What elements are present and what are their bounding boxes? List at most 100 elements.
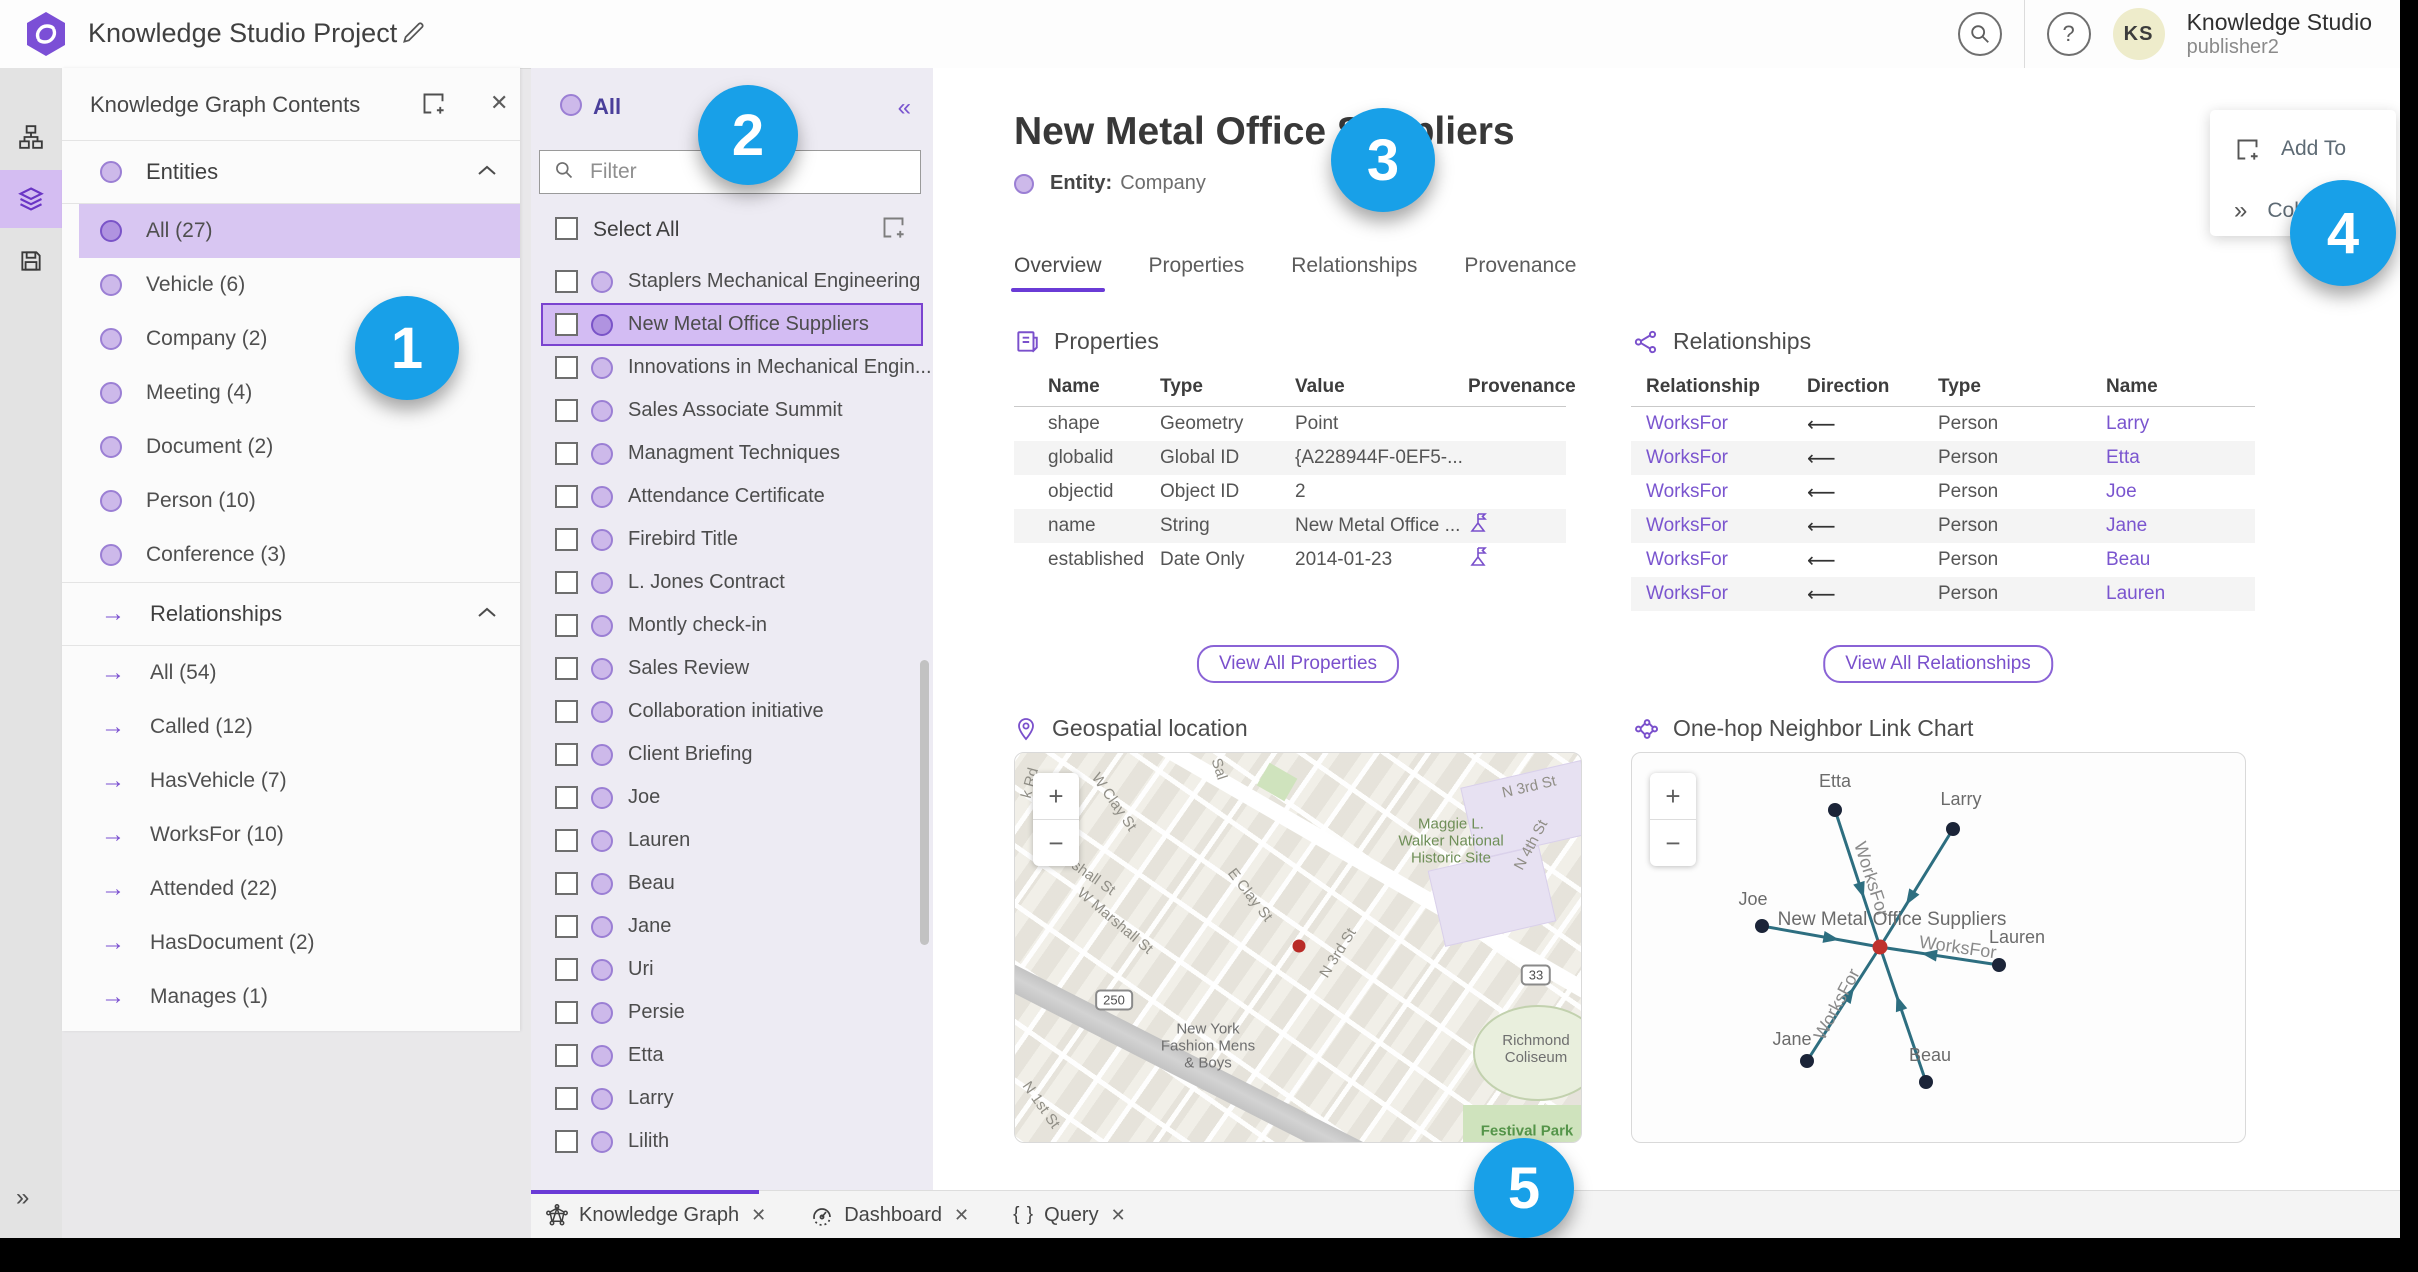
item-checkbox[interactable] [555, 442, 578, 465]
help-button[interactable]: ? [2046, 12, 2091, 56]
tab-query[interactable]: { } Query ✕ [1013, 1204, 1126, 1227]
entities-section-header[interactable]: Entities [62, 140, 520, 204]
entity-tree-item[interactable]: Conference (3) [62, 528, 520, 582]
relationship-tree-item[interactable]: → All (54) [62, 646, 520, 700]
select-all-checkbox[interactable] [555, 217, 578, 240]
close-tab-icon[interactable]: ✕ [751, 1205, 766, 1226]
table-row[interactable]: WorksFor ⟵ Person Beau [1631, 543, 2255, 577]
chevron-up-icon[interactable] [478, 163, 496, 181]
item-checkbox[interactable] [555, 1044, 578, 1067]
zoom-out-button[interactable]: − [1650, 819, 1696, 866]
table-row[interactable]: WorksFor ⟵ Person Lauren [1631, 577, 2255, 611]
cell-relationship[interactable]: WorksFor [1646, 515, 1807, 537]
relationships-section-header[interactable]: → Relationships [62, 582, 520, 646]
view-all-relationships-button[interactable]: View All Relationships [1823, 645, 2053, 683]
add-to-map-icon[interactable] [880, 214, 907, 246]
item-checkbox[interactable] [555, 657, 578, 680]
list-item[interactable]: Beau [531, 862, 933, 905]
link-chart-card[interactable]: Etta Larry Joe Lauren Jane Beau New Metal Offi… [1631, 752, 2246, 1143]
tab-relationships[interactable]: Relationships [1291, 254, 1417, 292]
avatar[interactable]: KS [2112, 8, 2165, 60]
entity-tree-item[interactable]: Vehicle (6) [62, 258, 520, 312]
list-item[interactable]: Uri [531, 948, 933, 991]
app-logo-icon[interactable] [22, 10, 70, 58]
item-checkbox[interactable] [555, 872, 578, 895]
hierarchy-icon[interactable] [0, 108, 62, 166]
relationship-tree-item[interactable]: → Called (12) [62, 700, 520, 754]
tab-knowledge-graph[interactable]: Knowledge Graph ✕ [545, 1203, 766, 1227]
list-item[interactable]: Jane [531, 905, 933, 948]
cell-name[interactable]: Larry [2106, 413, 2255, 435]
item-checkbox[interactable] [555, 270, 578, 293]
relationship-tree-item[interactable]: → Manages (1) [62, 970, 520, 1024]
item-checkbox[interactable] [555, 1001, 578, 1024]
list-item[interactable]: Collaboration initiative [531, 690, 933, 733]
list-item[interactable]: Firebird Title [531, 518, 933, 561]
search-button[interactable] [1957, 12, 2002, 56]
list-item[interactable]: Client Briefing [531, 733, 933, 776]
list-item[interactable]: Staplers Mechanical Engineering [531, 260, 933, 303]
item-checkbox[interactable] [555, 313, 578, 336]
item-checkbox[interactable] [555, 399, 578, 422]
list-item[interactable]: Etta [531, 1034, 933, 1077]
item-checkbox[interactable] [555, 786, 578, 809]
link-chart[interactable]: EttaLarryJoeLaurenJaneBeauNew Metal Offi… [1632, 753, 2245, 1142]
edit-title-icon[interactable] [400, 20, 426, 46]
provenance-flag-icon[interactable] [1468, 512, 1566, 540]
relationship-tree-item[interactable]: → Attended (22) [62, 862, 520, 916]
tab-provenance[interactable]: Provenance [1464, 254, 1576, 292]
zoom-out-button[interactable]: − [1033, 819, 1079, 866]
add-to-map-icon[interactable] [420, 90, 447, 122]
list-item[interactable]: Montly check-in [531, 604, 933, 647]
close-tab-icon[interactable]: ✕ [954, 1205, 969, 1226]
add-to-menu-item[interactable]: Add To [2210, 124, 2396, 174]
expand-rail-icon[interactable]: » [16, 1184, 29, 1212]
cell-name[interactable]: Etta [2106, 447, 2255, 469]
close-panel-icon[interactable]: ✕ [490, 90, 508, 116]
chart-node[interactable] [1919, 1075, 1933, 1089]
list-item[interactable]: Sales Review [531, 647, 933, 690]
chart-node[interactable] [1755, 919, 1769, 933]
relationship-tree-item[interactable]: → HasDocument (2) [62, 916, 520, 970]
item-checkbox[interactable] [555, 1130, 578, 1153]
scrollbar-thumb[interactable] [920, 660, 929, 945]
table-row[interactable]: objectid Object ID 2 [1014, 475, 1566, 509]
cell-relationship[interactable]: WorksFor [1646, 583, 1807, 605]
tab-dashboard[interactable]: Dashboard ✕ [810, 1203, 969, 1227]
close-tab-icon[interactable]: ✕ [1111, 1205, 1126, 1226]
view-all-properties-button[interactable]: View All Properties [1196, 645, 1400, 683]
relationship-tree-item[interactable]: → HasVehicle (7) [62, 754, 520, 808]
relationship-tree-item[interactable]: → WorksFor (10) [62, 808, 520, 862]
cell-name[interactable]: Beau [2106, 549, 2255, 571]
item-checkbox[interactable] [555, 485, 578, 508]
collapse-panel-icon[interactable]: « [898, 94, 911, 122]
item-checkbox[interactable] [555, 528, 578, 551]
list-item[interactable]: Joe [531, 776, 933, 819]
cell-name[interactable]: Joe [2106, 481, 2255, 503]
chart-node[interactable] [1828, 803, 1842, 817]
chevron-up-icon[interactable] [478, 605, 496, 623]
zoom-in-button[interactable]: + [1650, 773, 1696, 819]
cell-name[interactable]: Jane [2106, 515, 2255, 537]
tab-overview[interactable]: Overview [1011, 254, 1105, 292]
table-row[interactable]: WorksFor ⟵ Person Larry [1631, 407, 2255, 441]
list-item[interactable]: L. Jones Contract [531, 561, 933, 604]
item-checkbox[interactable] [555, 915, 578, 938]
table-row[interactable]: WorksFor ⟵ Person Etta [1631, 441, 2255, 475]
chart-center-node[interactable] [1872, 939, 1888, 955]
entity-tree-item[interactable]: All (27) [79, 204, 520, 258]
layers-icon[interactable] [0, 170, 62, 228]
item-checkbox[interactable] [555, 958, 578, 981]
entity-tree-item[interactable]: Document (2) [62, 420, 520, 474]
table-row[interactable]: shape Geometry Point [1014, 407, 1566, 441]
item-checkbox[interactable] [555, 356, 578, 379]
list-item[interactable]: Larry [531, 1077, 933, 1120]
cell-relationship[interactable]: WorksFor [1646, 413, 1807, 435]
cell-relationship[interactable]: WorksFor [1646, 481, 1807, 503]
item-checkbox[interactable] [555, 614, 578, 637]
map-canvas[interactable]: k Rd W Clay St Sal N 3rd St Maggie L. Walker… [1015, 753, 1581, 1142]
cell-relationship[interactable]: WorksFor [1646, 549, 1807, 571]
item-checkbox[interactable] [555, 743, 578, 766]
zoom-in-button[interactable]: + [1033, 773, 1079, 819]
item-checkbox[interactable] [555, 829, 578, 852]
